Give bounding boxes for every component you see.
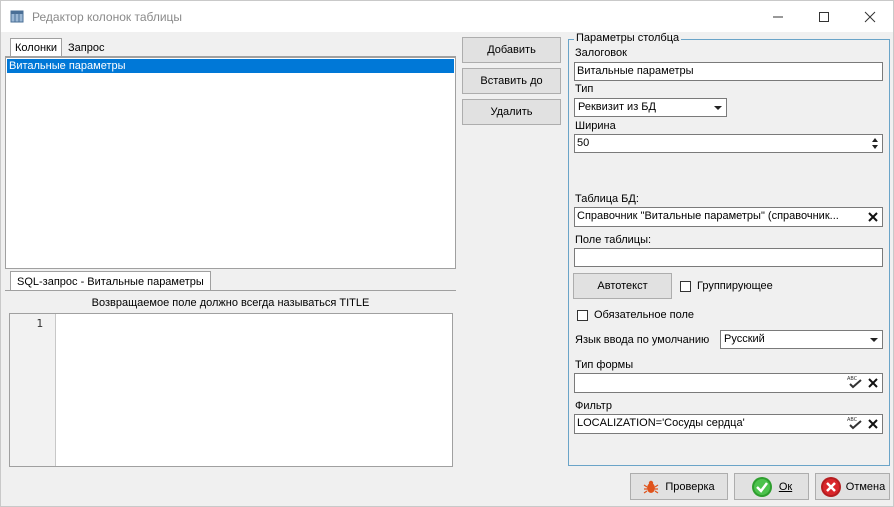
table-field-input[interactable]: [574, 248, 883, 267]
db-table-input[interactable]: Справочник "Витальные параметры" (справо…: [574, 207, 883, 227]
title-bar: Редактор колонок таблицы: [1, 1, 893, 32]
list-item[interactable]: Витальные параметры: [7, 59, 454, 73]
sql-hint: Возвращаемое поле должно всегда называть…: [91, 297, 370, 309]
autotext-button-label: Автотекст: [597, 280, 648, 292]
line-gutter: 1: [10, 314, 56, 466]
db-table-value: Справочник "Витальные параметры" (справо…: [577, 210, 839, 222]
filter-input[interactable]: LOCALIZATION='Сосуды сердца': [574, 414, 883, 434]
spinner-arrows-icon[interactable]: [871, 136, 879, 151]
maximize-icon: [819, 11, 829, 22]
checkmark-icon: [751, 476, 772, 497]
spellcheck-icon[interactable]: ABC: [847, 375, 863, 389]
tab-sql-query[interactable]: SQL-запрос - Витальные параметры: [10, 271, 211, 291]
list-item-label: Витальные параметры: [9, 60, 126, 72]
maximize-button[interactable]: [801, 1, 847, 32]
clear-icon[interactable]: [867, 418, 879, 430]
input-lang-value: Русский: [724, 333, 765, 345]
ok-button-label: Ок: [778, 480, 793, 493]
chevron-down-icon: [870, 338, 878, 342]
grouping-checkbox[interactable]: [680, 281, 691, 292]
chevron-down-icon: [714, 106, 722, 110]
delete-button-label: Удалить: [490, 106, 533, 118]
add-button[interactable]: Добавить: [462, 37, 561, 63]
autotext-button[interactable]: Автотекст: [573, 273, 672, 299]
form-type-label: Тип формы: [575, 359, 634, 371]
close-button[interactable]: [847, 1, 893, 32]
sql-panel: Возвращаемое поле должно всегда называть…: [5, 291, 456, 473]
window-title: Редактор колонок таблицы: [32, 10, 183, 24]
minimize-button[interactable]: [755, 1, 801, 32]
add-button-label: Добавить: [487, 44, 536, 56]
cancel-button[interactable]: Отмена: [815, 473, 890, 500]
input-lang-select[interactable]: Русский: [720, 330, 883, 349]
check-button[interactable]: Проверка: [630, 473, 728, 500]
header-label: Залоговок: [575, 47, 627, 59]
tab-columns[interactable]: Колонки: [10, 38, 62, 57]
tab-columns-label: Колонки: [15, 42, 57, 54]
insert-before-button-label: Вставить до: [480, 75, 543, 87]
required-checkbox[interactable]: [577, 310, 588, 321]
delete-button[interactable]: Удалить: [462, 99, 561, 125]
cancel-icon: [820, 476, 841, 497]
width-spinner[interactable]: 50: [574, 134, 883, 153]
clear-icon[interactable]: [867, 377, 879, 389]
tab-query-label: Запрос: [68, 42, 105, 54]
app-icon: [10, 10, 24, 23]
sql-editor[interactable]: 1: [9, 313, 453, 467]
columns-listbox[interactable]: Витальные параметры: [5, 57, 456, 269]
type-label: Тип: [575, 83, 594, 95]
minimize-icon: [773, 16, 783, 17]
svg-text:ABC: ABC: [847, 417, 858, 423]
svg-text:ABC: ABC: [847, 376, 858, 382]
spellcheck-icon[interactable]: ABC: [847, 416, 863, 430]
table-field-label: Поле таблицы:: [575, 234, 652, 246]
clear-icon[interactable]: [867, 211, 879, 223]
dialog-window: Редактор колонок таблицы Колонки Запрос …: [0, 0, 894, 507]
cancel-button-label: Отмена: [845, 480, 886, 493]
required-label: Обязательное поле: [594, 309, 695, 321]
close-icon: [864, 11, 876, 22]
tab-sql-query-label: SQL-запрос - Витальные параметры: [17, 276, 204, 288]
params-group-title: Параметры столбца: [574, 32, 682, 44]
width-label: Ширина: [575, 120, 616, 132]
form-type-input[interactable]: [574, 373, 883, 393]
header-input[interactable]: Витальные параметры: [574, 62, 883, 81]
check-button-label: Проверка: [665, 480, 715, 493]
db-table-label: Таблица БД:: [575, 193, 639, 205]
input-lang-label: Язык ввода по умолчанию: [575, 334, 710, 346]
ok-button[interactable]: Ок: [734, 473, 809, 500]
filter-value: LOCALIZATION='Сосуды сердца': [577, 417, 745, 429]
bug-icon: [644, 480, 659, 493]
line-number: 1: [36, 317, 43, 330]
grouping-label: Группирующее: [697, 280, 773, 292]
width-value: 50: [577, 137, 590, 149]
filter-label: Фильтр: [575, 400, 612, 412]
type-select-value: Реквизит из БД: [578, 101, 656, 113]
insert-before-button[interactable]: Вставить до: [462, 68, 561, 94]
type-select[interactable]: Реквизит из БД: [574, 98, 727, 117]
